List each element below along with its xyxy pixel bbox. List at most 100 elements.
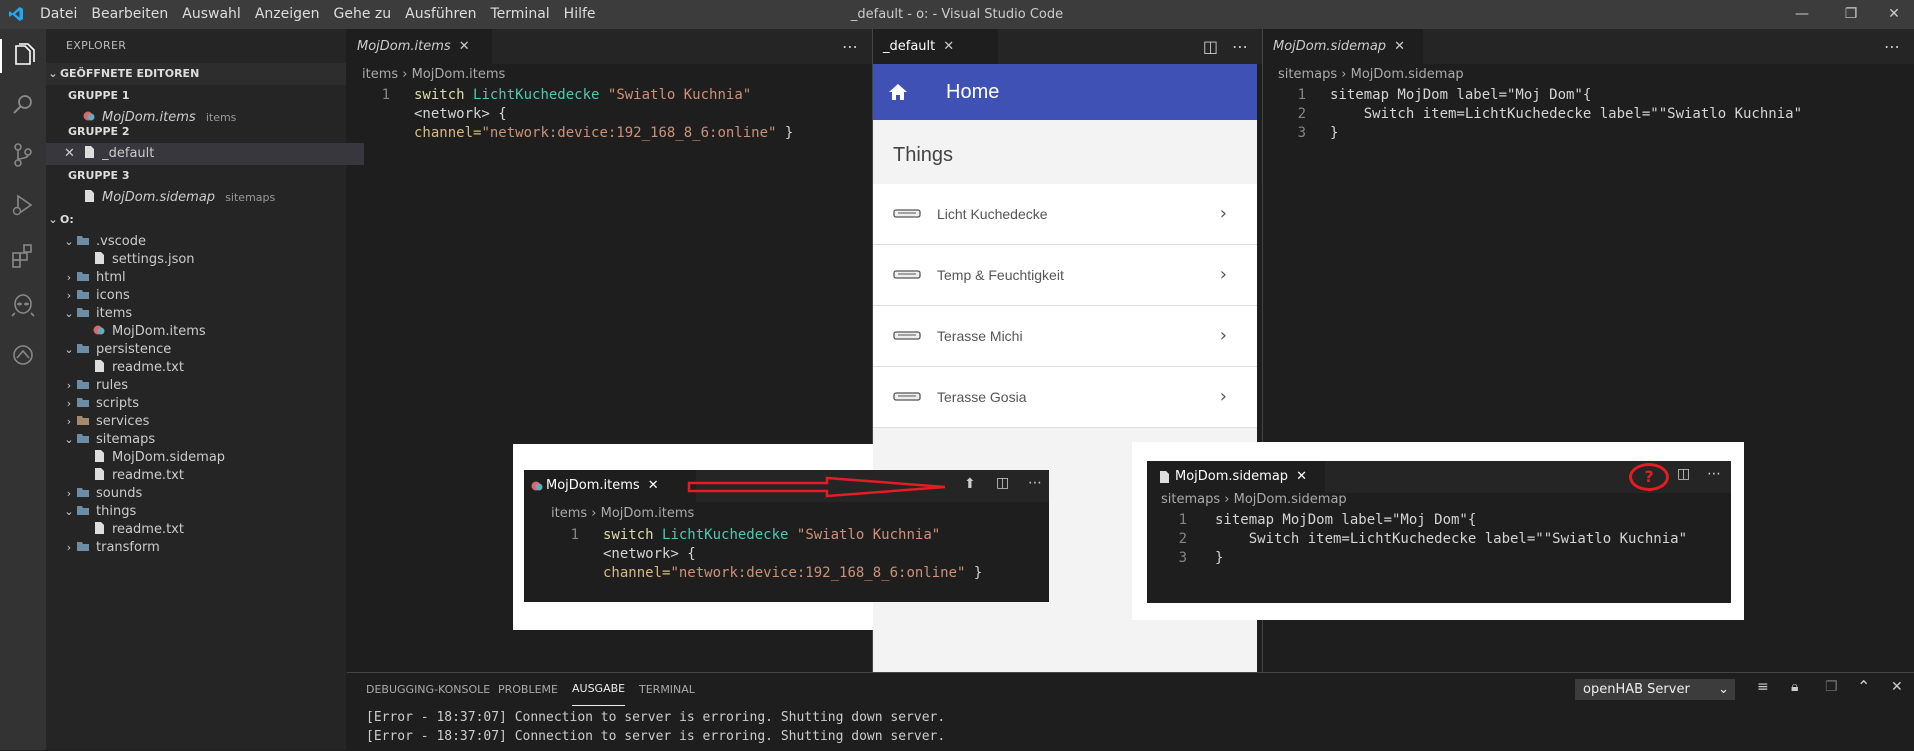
tree-folder-transform[interactable]: › transform bbox=[46, 537, 362, 559]
folder-icon bbox=[77, 542, 89, 551]
line-number: 2 bbox=[1297, 106, 1306, 122]
menu-hilfe[interactable]: Hilfe bbox=[564, 0, 596, 29]
folder-root-section[interactable]: ⌄ O: bbox=[46, 209, 346, 231]
menu-terminal[interactable]: Terminal bbox=[491, 0, 550, 29]
folder-icon bbox=[77, 272, 89, 281]
device-icon bbox=[893, 209, 921, 218]
open-editor-filename: MojDom.sidemap bbox=[102, 190, 216, 205]
more-actions-icon[interactable]: ⋯ bbox=[1884, 29, 1900, 64]
code-editor-items[interactable]: switch LichtKuchedecke "Swiatlo Kuchnia"… bbox=[603, 526, 982, 583]
folder-icon bbox=[77, 308, 89, 317]
close-tab-icon[interactable]: ✕ bbox=[1394, 39, 1405, 54]
output-line: [Error - 18:37:07] Connection to server … bbox=[366, 710, 946, 725]
file-icon bbox=[1160, 471, 1169, 483]
source-control-icon[interactable] bbox=[9, 141, 37, 169]
split-editor-icon[interactable]: ◫ bbox=[1203, 29, 1218, 64]
breadcrumb: sitemaps › MojDom.sidemap bbox=[1278, 67, 1464, 82]
explorer-icon[interactable] bbox=[9, 41, 37, 69]
split-editor-icon[interactable]: ◫ bbox=[996, 475, 1009, 491]
line-number: 1 bbox=[570, 527, 579, 543]
more-actions-icon[interactable]: ⋯ bbox=[1707, 466, 1721, 482]
folder-icon bbox=[77, 290, 89, 299]
output-channel-select[interactable]: openHAB Server ⌄ bbox=[1575, 679, 1735, 700]
menu-datei[interactable]: Datei bbox=[40, 0, 77, 29]
chevron-right-icon: › bbox=[1219, 325, 1227, 346]
code-editor-items[interactable]: switch LichtKuchedecke "Swiatlo Kuchnia"… bbox=[414, 86, 793, 143]
more-actions-icon[interactable]: ⋯ bbox=[1232, 29, 1248, 64]
close-tab-icon[interactable]: ✕ bbox=[459, 39, 470, 54]
extensions-icon[interactable] bbox=[9, 241, 37, 269]
chevron-down-icon: ⌄ bbox=[48, 213, 58, 226]
open-editor-default[interactable]: ✕ _default bbox=[46, 143, 364, 165]
group-3-label: GRUPPE 3 bbox=[68, 169, 130, 182]
group-2-label: GRUPPE 2 bbox=[68, 125, 130, 138]
close-editor-icon[interactable]: ✕ bbox=[64, 143, 78, 165]
close-panel-icon[interactable]: ✕ bbox=[1891, 679, 1903, 695]
red-arrow-annotation-icon bbox=[687, 476, 946, 498]
list-item[interactable]: Terasse Michi › bbox=[873, 306, 1257, 367]
device-icon bbox=[893, 392, 921, 401]
editor-group-2-tabs: _default ✕ ◫ ⋯ bbox=[873, 29, 1262, 64]
menu-anzeigen[interactable]: Anzeigen bbox=[255, 0, 320, 29]
menu-gehe-zu[interactable]: Gehe zu bbox=[334, 0, 392, 29]
restore-icon[interactable]: ❐ bbox=[1831, 0, 1871, 29]
open-preview-icon[interactable]: ⬆ bbox=[964, 476, 976, 492]
annotation-overlay-sidemap: MojDom.sidemap ✕ ? ◫ ⋯ sitemaps › MojDom.… bbox=[1147, 461, 1731, 603]
code-line[interactable]: Switch item=LichtKuchedecke label=""Swia… bbox=[1330, 105, 1802, 124]
code-line[interactable]: Switch item=LichtKuchedecke label=""Swia… bbox=[1215, 530, 1687, 549]
tab-mojdom-items[interactable]: MojDom.items ✕ bbox=[347, 29, 492, 64]
preview-header-bar: Home bbox=[873, 64, 1257, 120]
clear-output-icon[interactable]: ≡ bbox=[1757, 679, 1769, 695]
panel-tab-output[interactable]: AUSGABE bbox=[572, 673, 626, 706]
folder-icon bbox=[77, 398, 89, 407]
device-icon bbox=[893, 331, 921, 340]
list-item[interactable]: Temp & Feuchtigkeit › bbox=[873, 245, 1257, 306]
code-line[interactable]: } bbox=[1330, 124, 1338, 143]
close-tab-icon[interactable]: ✕ bbox=[1296, 469, 1307, 484]
close-tab-icon[interactable]: ✕ bbox=[943, 39, 954, 54]
search-icon[interactable] bbox=[9, 91, 37, 119]
list-item[interactable]: Licht Kuchedecke › bbox=[873, 184, 1257, 245]
more-actions-icon[interactable]: ⋯ bbox=[842, 29, 858, 64]
overlay-tab[interactable]: MojDom.items ✕ bbox=[524, 470, 696, 502]
line-number: 2 bbox=[1178, 531, 1187, 547]
bottom-panel: DEBUGGING-KONSOLE PROBLEME AUSGABE TERMI… bbox=[347, 672, 1914, 751]
chevron-right-icon: › bbox=[1219, 203, 1227, 224]
lock-scroll-icon[interactable]: 🔒︎ bbox=[1791, 679, 1798, 695]
code-line[interactable]: sitemap MojDom label="Moj Dom"{ bbox=[1215, 511, 1476, 530]
open-editors-section[interactable]: ⌄ GEÖFFNETE EDITOREN bbox=[46, 63, 346, 85]
preview-title: Home bbox=[946, 81, 1000, 103]
minimize-icon[interactable]: — bbox=[1782, 0, 1822, 29]
folder-icon bbox=[77, 506, 89, 515]
open-editor-desc: sitemaps bbox=[225, 191, 276, 204]
code-line[interactable]: } bbox=[1215, 549, 1223, 568]
openhab-alien-icon[interactable] bbox=[9, 291, 37, 319]
open-log-icon[interactable]: ❐ bbox=[1825, 679, 1838, 695]
split-editor-icon[interactable]: ◫ bbox=[1677, 466, 1690, 482]
list-item[interactable]: Terasse Gosia › bbox=[873, 367, 1257, 428]
open-editor-mojdom-sidemap[interactable]: MojDom.sidemap sitemaps bbox=[46, 187, 382, 209]
close-window-icon[interactable]: ✕ bbox=[1874, 0, 1914, 29]
menu-bearbeiten[interactable]: Bearbeiten bbox=[91, 0, 168, 29]
group-1-label: GRUPPE 1 bbox=[68, 89, 130, 102]
run-debug-icon[interactable] bbox=[9, 191, 37, 219]
menu-auswahl[interactable]: Auswahl bbox=[182, 0, 241, 29]
breadcrumb: items › MojDom.items bbox=[362, 67, 506, 82]
close-tab-icon[interactable]: ✕ bbox=[648, 478, 659, 493]
panel-tab-terminal[interactable]: TERMINAL bbox=[639, 673, 695, 707]
code-line[interactable]: sitemap MojDom label="Moj Dom"{ bbox=[1330, 86, 1591, 105]
menu-ausfuehren[interactable]: Ausführen bbox=[405, 0, 476, 29]
more-actions-icon[interactable]: ⋯ bbox=[1028, 475, 1042, 491]
open-editor-filename: _default bbox=[102, 146, 155, 161]
things-heading: Things bbox=[893, 144, 954, 166]
openhab-icon[interactable] bbox=[9, 341, 37, 369]
line-number: 1 bbox=[1297, 87, 1306, 103]
panel-tab-problems[interactable]: PROBLEME bbox=[498, 673, 558, 707]
maximize-panel-icon[interactable]: ⌃ bbox=[1857, 677, 1870, 696]
home-icon[interactable] bbox=[888, 82, 908, 102]
tab-mojdom-sidemap[interactable]: MojDom.sidemap ✕ bbox=[1263, 29, 1423, 64]
line-number: 1 bbox=[381, 87, 390, 103]
tab-default[interactable]: _default ✕ bbox=[873, 29, 998, 64]
panel-tab-debug-console[interactable]: DEBUGGING-KONSOLE bbox=[366, 673, 490, 707]
chevron-down-icon: ⌄ bbox=[48, 67, 58, 80]
